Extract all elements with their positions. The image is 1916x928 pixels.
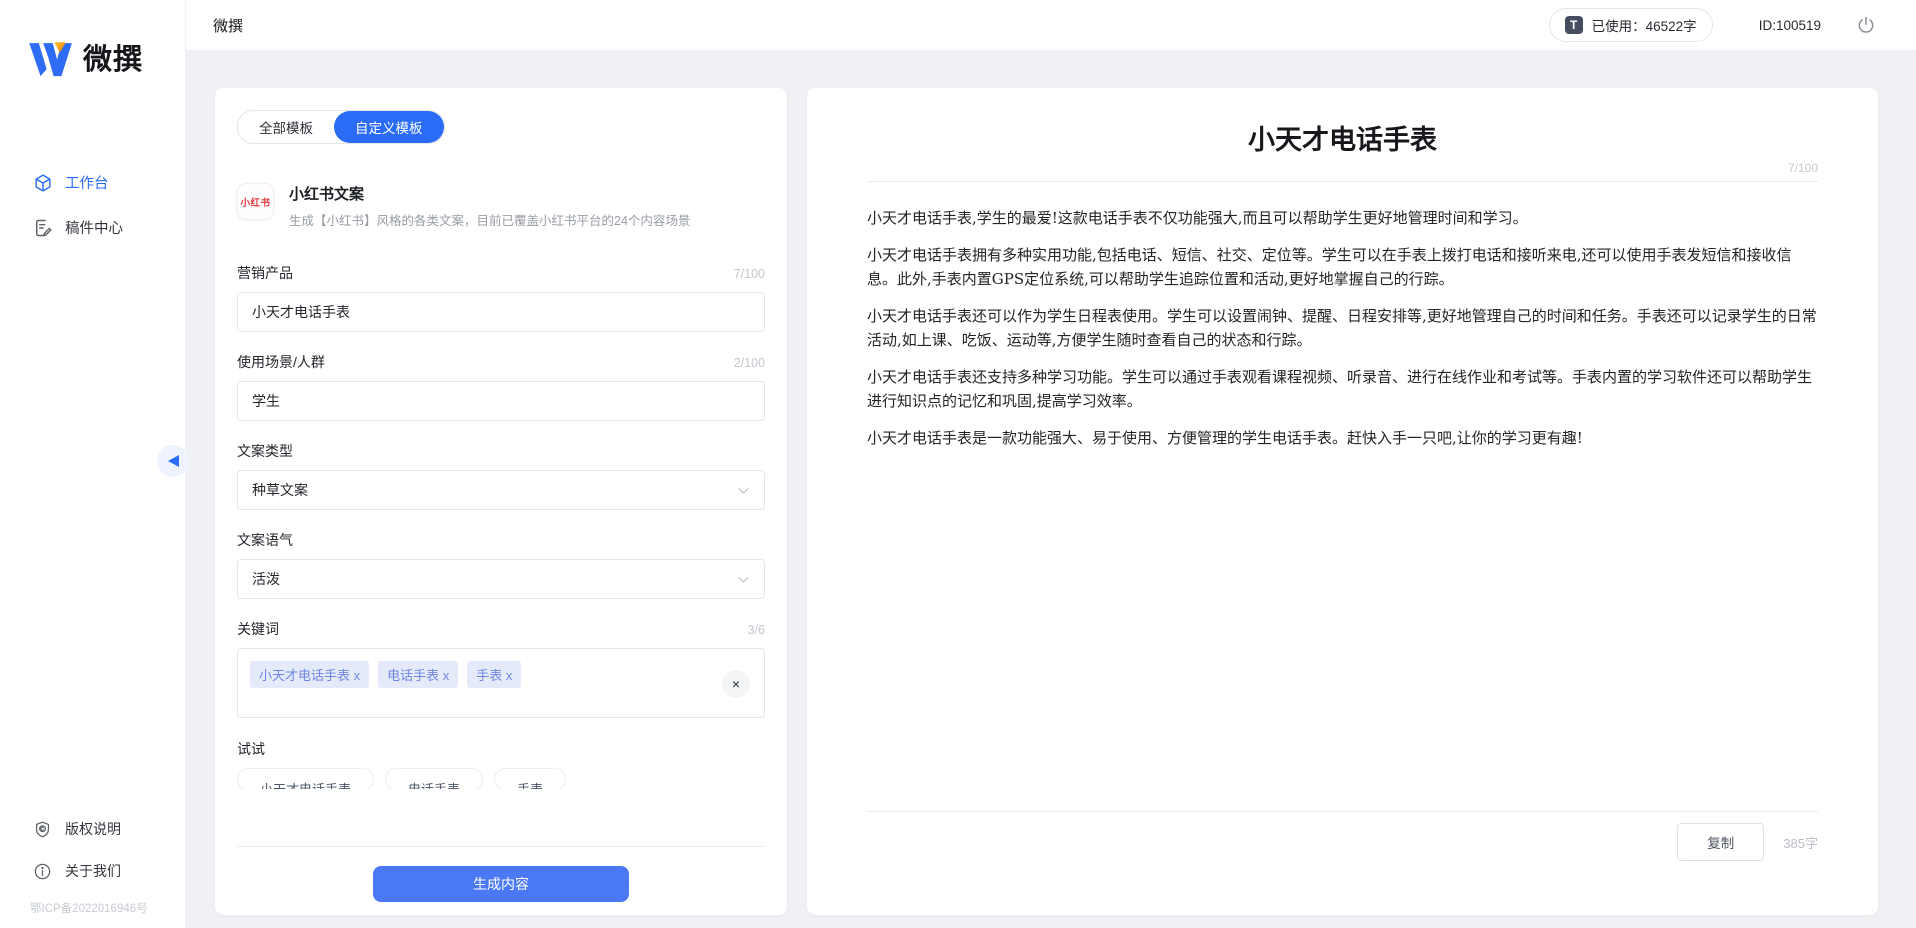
copy-type-select[interactable]: 种草文案 [237, 470, 765, 510]
result-footer: 复制 385字 [867, 811, 1818, 861]
chevron-down-icon [736, 572, 751, 587]
text-count-icon: T [1565, 16, 1583, 34]
sidebar-item-label: 工作台 [65, 172, 109, 193]
power-logout-icon[interactable] [1856, 15, 1876, 35]
char-counter: 7/100 [734, 267, 765, 281]
footer-link-label: 版权说明 [65, 819, 121, 839]
topbar: 微撰 T 已使用：46522字 ID:100519 [186, 0, 1916, 51]
suggestion-chip[interactable]: 小天才电话手表 [237, 768, 374, 789]
sidebar-footer: 版权说明 关于我们 鄂ICP备2022016946号 [0, 808, 185, 928]
tab-custom-templates[interactable]: 自定义模板 [334, 111, 444, 143]
field-label: 使用场景/人群 [237, 352, 325, 372]
field-label: 文案语气 [237, 530, 293, 550]
workspace-hexagon-icon [33, 173, 53, 193]
selected-value: 活泼 [252, 569, 280, 589]
result-paragraph: 小天才电话手表拥有多种实用功能,包括电话、短信、社交、定位等。学生可以在手表上拨… [867, 243, 1818, 291]
result-title[interactable]: 小天才电话手表 [867, 118, 1818, 157]
product-input[interactable] [237, 292, 765, 332]
xiaohongshu-icon: 小红书 [237, 183, 274, 220]
template-description: 生成【小红书】风格的各类文案，目前已覆盖小红书平台的24个内容场景 [289, 210, 690, 229]
chevron-down-icon [736, 483, 751, 498]
copy-button[interactable]: 复制 [1677, 823, 1764, 861]
form-footer: 生成内容 [237, 846, 765, 915]
chevron-left-icon [167, 454, 180, 468]
shield-copyright-icon [33, 820, 52, 839]
field-copy-type: 文案类型 种草文案 [237, 441, 765, 510]
logo-w-icon [28, 37, 74, 77]
result-body[interactable]: 小天才电话手表,学生的最爱!这款电话手表不仅功能强大,而且可以帮助学生更好地管理… [867, 206, 1818, 450]
sidebar-collapse-toggle[interactable] [157, 445, 189, 477]
sidebar-item-drafts[interactable]: 稿件中心 [0, 205, 185, 250]
suggestions-label: 试试 [237, 739, 765, 759]
field-copy-tone: 文案语气 活泼 [237, 530, 765, 599]
clear-keywords-button[interactable]: × [722, 670, 750, 698]
field-product: 营销产品 7/100 [237, 263, 765, 332]
info-circle-icon [33, 862, 52, 881]
logo-text: 微撰 [83, 36, 143, 78]
keyword-counter: 3/6 [748, 623, 765, 637]
title-divider [867, 181, 1818, 182]
result-paragraph: 小天才电话手表,学生的最爱!这款电话手表不仅功能强大,而且可以帮助学生更好地管理… [867, 206, 1818, 230]
keyword-tag[interactable]: 手表 x [467, 661, 521, 688]
suggestion-chip[interactable]: 手表 [494, 768, 566, 789]
keyword-tag[interactable]: 小天才电话手表 x [250, 661, 369, 688]
sidebar-item-label: 稿件中心 [65, 217, 123, 238]
field-label: 关键词 [237, 619, 279, 639]
field-label: 文案类型 [237, 441, 293, 461]
suggestion-chips: 小天才电话手表电话手表手表 [237, 768, 765, 789]
title-counter: 7/100 [867, 161, 1818, 175]
footer-link-label: 关于我们 [65, 861, 121, 881]
field-keywords: 关键词 3/6 小天才电话手表 x 电话手表 x 手表 x × [237, 619, 765, 718]
result-paragraph: 小天才电话手表还可以作为学生日程表使用。学生可以设置闹钟、提醒、日程安排等,更好… [867, 304, 1818, 352]
result-paragraph: 小天才电话手表还支持多种学习功能。学生可以通过手表观看课程视频、听录音、进行在线… [867, 365, 1818, 413]
template-name: 小红书文案 [289, 183, 690, 204]
sidebar: 微撰 工作台 稿件中心 [0, 0, 186, 928]
usage-badge[interactable]: T 已使用：46522字 [1549, 8, 1713, 42]
word-count: 385字 [1783, 833, 1818, 852]
document-edit-icon [33, 218, 53, 238]
result-paragraph: 小天才电话手表是一款功能强大、易于使用、方便管理的学生电话手表。赶快入手一只吧,… [867, 426, 1818, 450]
field-scene: 使用场景/人群 2/100 [237, 352, 765, 421]
template-card: 小红书 小红书文案 生成【小红书】风格的各类文案，目前已覆盖小红书平台的24个内… [237, 183, 765, 229]
tab-all-templates[interactable]: 全部模板 [238, 111, 334, 143]
keywords-input-box[interactable]: 小天才电话手表 x 电话手表 x 手表 x × [237, 648, 765, 718]
selected-value: 种草文案 [252, 480, 308, 500]
template-form-panel: 全部模板 自定义模板 小红书 小红书文案 生成【小红书】风格的各类文案，目前已覆… [215, 88, 787, 915]
sidebar-item-copyright[interactable]: 版权说明 [0, 808, 185, 850]
keyword-tags: 小天才电话手表 x 电话手表 x 手表 x [250, 661, 714, 688]
sidebar-item-workspace[interactable]: 工作台 [0, 160, 185, 205]
char-counter: 2/100 [734, 356, 765, 370]
template-tabs: 全部模板 自定义模板 [237, 110, 445, 144]
icp-record-number: 鄂ICP备2022016946号 [0, 892, 185, 928]
copy-tone-select[interactable]: 活泼 [237, 559, 765, 599]
topbar-right: T 已使用：46522字 ID:100519 [1549, 8, 1876, 42]
generated-result-panel: 小天才电话手表 7/100 小天才电话手表,学生的最爱!这款电话手表不仅功能强大… [807, 88, 1878, 915]
usage-label: 已使用：46522字 [1592, 15, 1697, 35]
generate-content-button[interactable]: 生成内容 [373, 866, 629, 902]
keyword-tag[interactable]: 电话手表 x [378, 661, 458, 688]
scene-input[interactable] [237, 381, 765, 421]
app-logo[interactable]: 微撰 [28, 36, 143, 78]
sidebar-item-about[interactable]: 关于我们 [0, 850, 185, 892]
page-title: 微撰 [213, 15, 243, 36]
sidebar-nav: 工作台 稿件中心 [0, 160, 185, 250]
field-label: 营销产品 [237, 263, 293, 283]
suggestion-chip[interactable]: 电话手表 [385, 768, 483, 789]
user-id: ID:100519 [1759, 18, 1821, 33]
